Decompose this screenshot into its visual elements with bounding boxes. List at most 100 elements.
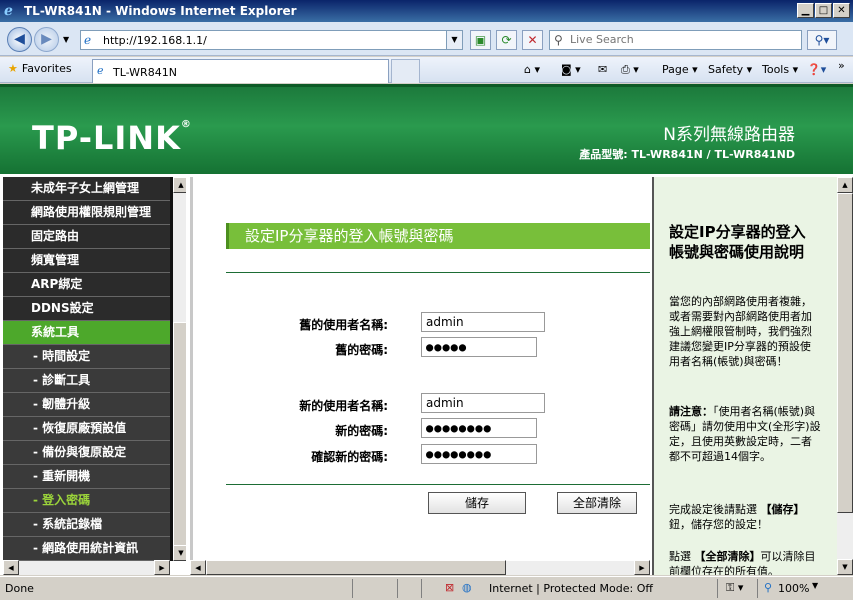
sidebar-horizontal-scrollbar[interactable]: ◀ ▶ — [3, 560, 170, 575]
favorites-button[interactable]: ★ Favorites — [8, 62, 72, 75]
old-username-input[interactable]: admin — [421, 312, 545, 332]
status-text: Done — [5, 582, 34, 595]
address-bar[interactable]: ℯ http://192.168.1.1/ — [80, 30, 463, 50]
stop-icon[interactable]: ✕ — [522, 30, 543, 50]
address-url: http://192.168.1.1/ — [103, 34, 207, 47]
help-paragraph-intro: 當您的內部網路使用者複雜，或者需要對內部網路使用者加強上網權限管制時，我們強烈建… — [669, 295, 812, 368]
scroll-right-icon[interactable]: ▶ — [634, 560, 650, 575]
logo-text: TP-LINK — [32, 119, 181, 157]
confirm-password-input[interactable]: ●●●●●●●● — [421, 444, 537, 464]
help-paragraph-clear: 點選 【全部清除】可以清除目前欄位存在的所有值。 — [669, 549, 821, 575]
sidebar-item[interactable]: 網路使用權限規則管理 — [3, 201, 170, 225]
sidebar-item[interactable]: - 診斷工具 — [3, 369, 170, 393]
help-icon[interactable]: ❓▾ — [807, 63, 826, 76]
status-divider — [717, 579, 718, 598]
refresh-icon[interactable]: ⟳ — [496, 30, 517, 50]
clear-all-button[interactable]: 全部清除 — [557, 492, 637, 514]
sidebar-item[interactable]: DDNS設定 — [3, 297, 170, 321]
help-save-text-a: 完成設定後請點選 — [669, 503, 757, 516]
sidebar-item[interactable]: ARP綁定 — [3, 273, 170, 297]
favorites-label: Favorites — [21, 62, 72, 75]
minimize-button[interactable]: ▁ — [797, 3, 814, 18]
main-horizontal-scrollbar[interactable]: ◀ ▶ — [190, 560, 650, 575]
password-form-panel: 設定IP分享器的登入帳號與密碼 舊的使用者名稱: admin 舊的密碼: ●●●… — [190, 177, 650, 561]
page-title: 設定IP分享器的登入帳號與密碼 — [226, 223, 650, 249]
sidebar-item[interactable]: - 登入密碼 — [3, 489, 170, 513]
product-name: N系列無線路由器 — [663, 125, 795, 145]
print-icon[interactable]: ⎙ ▾ — [621, 63, 639, 77]
divider — [226, 272, 650, 273]
search-box[interactable]: ⚲ — [549, 30, 802, 50]
tools-menu[interactable]: Tools ▾ — [762, 63, 798, 76]
tplink-logo: TP-LINK® — [32, 119, 192, 157]
new-username-input[interactable]: admin — [421, 393, 545, 413]
sidebar-scroll-thumb[interactable] — [173, 322, 186, 547]
back-button[interactable]: ◀ — [7, 27, 32, 52]
help-note-heading: 請注意： — [669, 405, 713, 418]
chevron-more-icon[interactable]: » — [838, 59, 845, 72]
scroll-right-icon[interactable]: ▶ — [154, 560, 170, 575]
zoom-level[interactable]: 100% — [778, 582, 809, 595]
sidebar-item[interactable]: 系統工具 — [3, 321, 170, 345]
status-bar: Done ⊠ ◍ Internet | Protected Mode: Off … — [0, 576, 853, 600]
search-go-button[interactable]: ⚲▾ — [807, 30, 837, 50]
scroll-left-icon[interactable]: ◀ — [190, 560, 206, 575]
browser-tab[interactable]: ℯ TL-WR841N — [92, 59, 389, 83]
sidebar-item[interactable]: - 備份與復原設定 — [3, 441, 170, 465]
compatibility-icon[interactable]: ▣ — [470, 30, 491, 50]
scroll-down-icon[interactable]: ▼ — [173, 545, 186, 561]
help-save-bold: 【儲存】 — [760, 503, 805, 516]
command-bar: ★ Favorites ℯ TL-WR841N ⌂ ▾ ◙ ▾ ✉ ⎙ ▾ Pag… — [0, 57, 853, 83]
help-panel: 設定IP分享器的登入帳號與密碼使用說明 當您的內部網路使用者複雜，或者需要對內部… — [652, 177, 837, 575]
help-vertical-scrollbar[interactable]: ▲ ▼ — [837, 177, 853, 575]
feeds-icon[interactable]: ◙ ▾ — [561, 63, 581, 76]
sidebar-item[interactable]: - 恢復原廠預設值 — [3, 417, 170, 441]
model-number: 產品型號: TL-WR841N / TL-WR841ND — [579, 148, 795, 161]
confirm-password-label: 確認新的密碼: — [311, 450, 388, 464]
address-toolbar: ◀ ▶ ▼ ℯ http://192.168.1.1/ ▼ ▣ ⟳ ✕ ⚲ ⚲▾ — [0, 22, 853, 56]
page-menu[interactable]: Page ▾ — [662, 63, 698, 76]
window-title: TL-WR841N - Windows Internet Explorer — [24, 4, 297, 18]
blocked-icon[interactable]: ⊠ — [445, 581, 454, 594]
address-dropdown-icon[interactable]: ▼ — [446, 31, 462, 49]
home-icon[interactable]: ⌂ ▾ — [524, 63, 540, 76]
sidebar-item[interactable]: - 網路使用統計資訊 — [3, 537, 170, 561]
favorites-star-icon: ★ — [8, 62, 18, 75]
scroll-left-icon[interactable]: ◀ — [3, 560, 19, 575]
new-tab-button[interactable] — [391, 59, 420, 83]
sidebar-item[interactable]: - 韌體升級 — [3, 393, 170, 417]
tab-favicon-icon: ℯ — [97, 64, 104, 77]
save-button[interactable]: 儲存 — [428, 492, 526, 514]
close-button[interactable]: ✕ — [833, 3, 850, 18]
old-password-label: 舊的密碼: — [335, 343, 388, 357]
help-scroll-thumb[interactable] — [837, 193, 853, 513]
sidebar-vertical-scrollbar[interactable]: ▲ ▼ — [173, 177, 186, 561]
sidebar-item[interactable]: - 重新開機 — [3, 465, 170, 489]
forward-button[interactable]: ▶ — [34, 27, 59, 52]
maximize-button[interactable]: □ — [815, 3, 832, 18]
sidebar-item[interactable]: 頻寬管理 — [3, 249, 170, 273]
router-header: TP-LINK® N系列無線路由器 產品型號: TL-WR841N / TL-W… — [0, 84, 853, 174]
scroll-up-icon[interactable]: ▲ — [837, 177, 853, 193]
help-paragraph-save: 完成設定後請點選 【儲存】鈕，儲存您的設定！ — [669, 502, 821, 532]
security-zone[interactable]: Internet | Protected Mode: Off — [489, 582, 653, 595]
old-username-label: 舊的使用者名稱: — [299, 318, 388, 332]
sidebar-menu: 未成年子女上網管理 網路使用權限規則管理 固定路由 頻寬管理 ARP綁定 DDNS設定 系統… — [3, 177, 186, 561]
new-password-input[interactable]: ●●●●●●●● — [421, 418, 537, 438]
sidebar-item[interactable]: 未成年子女上網管理 — [3, 177, 170, 201]
main-scroll-thumb[interactable] — [206, 560, 506, 575]
safety-menu[interactable]: Safety ▾ — [708, 63, 752, 76]
sidebar-item[interactable]: 固定路由 — [3, 225, 170, 249]
search-input[interactable] — [570, 33, 795, 46]
mail-icon[interactable]: ✉ — [598, 63, 607, 76]
scroll-up-icon[interactable]: ▲ — [173, 177, 186, 193]
zone-lock-icon[interactable]: ⚿ ▾ — [726, 581, 743, 595]
page-favicon-icon: ℯ — [84, 33, 92, 47]
zoom-dropdown-icon[interactable]: ▼ — [812, 581, 818, 590]
sidebar-item[interactable]: - 系統記錄檔 — [3, 513, 170, 537]
history-dropdown-icon[interactable]: ▼ — [63, 35, 69, 44]
old-password-input[interactable]: ●●●●● — [421, 337, 537, 357]
sidebar-item[interactable]: - 時間設定 — [3, 345, 170, 369]
scroll-down-icon[interactable]: ▼ — [837, 559, 853, 575]
ie-logo-icon: ℯ — [4, 3, 13, 19]
